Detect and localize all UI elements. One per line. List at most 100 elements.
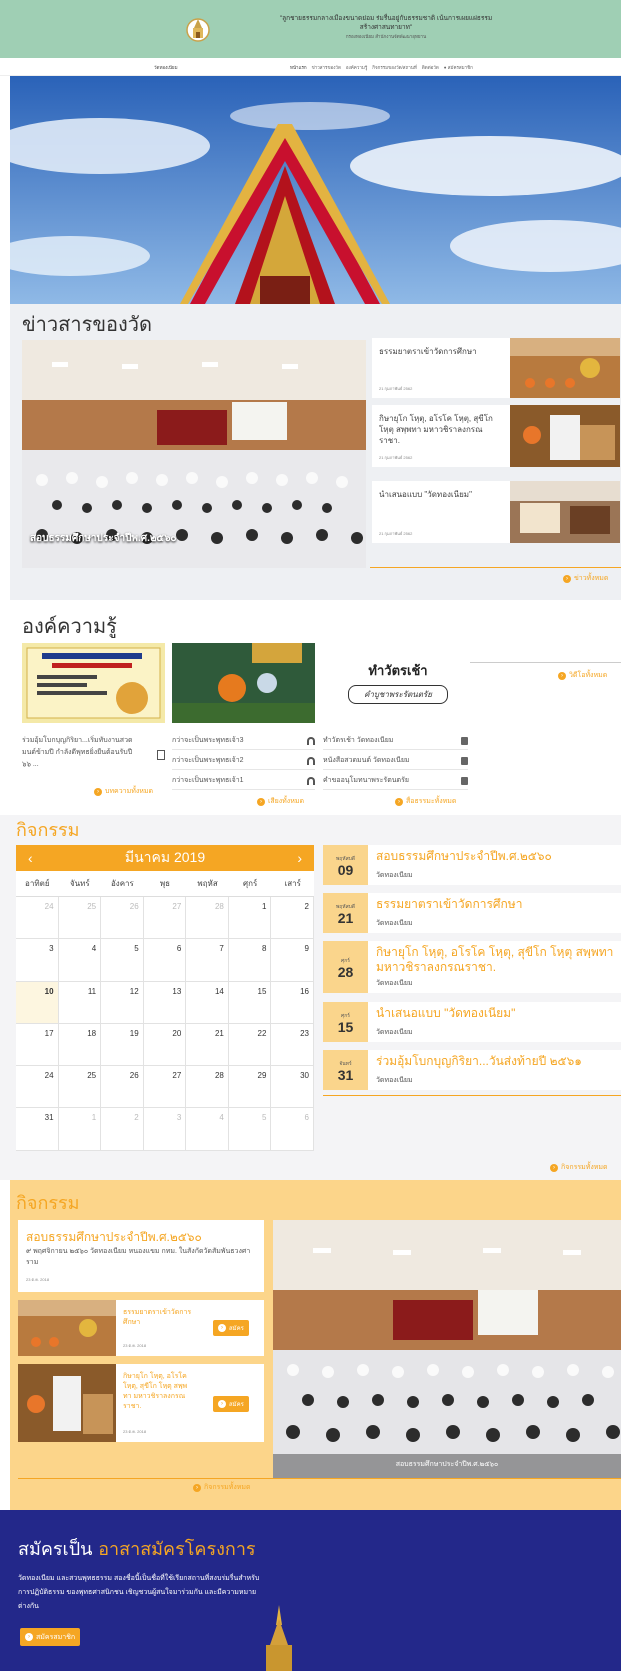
nav-item-contact[interactable]: ติดต่อวัด bbox=[422, 64, 439, 71]
news-item-title[interactable]: กิษายุโก โหฺตุ, อโรโค โหฺตุ, สุขีโก โหฺต… bbox=[379, 413, 497, 446]
calendar-day[interactable]: 3 bbox=[143, 1108, 187, 1151]
calendar-day[interactable]: 3 bbox=[16, 939, 59, 982]
register-button[interactable]: › สมัคร bbox=[213, 1320, 249, 1336]
file-icon bbox=[461, 776, 468, 785]
activity-item[interactable]: ธรรมยาตราเข้าวัดการศึกษา 23 ต.ค. 2018 › ส… bbox=[18, 1300, 264, 1356]
news-item[interactable]: ธรรมยาตราเข้าวัดการศึกษา 21 กุมภาพันธ์ 2… bbox=[372, 338, 620, 398]
calendar-day[interactable]: 2 bbox=[271, 897, 314, 940]
activities-more-link[interactable]: › กิจกรรมทั้งหมด bbox=[193, 1482, 251, 1493]
calendar-day[interactable]: 28 bbox=[186, 897, 229, 940]
calendar-day[interactable]: 29 bbox=[228, 1066, 272, 1109]
news-more-link[interactable]: › ข่าวทั้งหมด bbox=[563, 573, 608, 584]
nav-brand[interactable]: วัดทองเนียม bbox=[154, 64, 178, 71]
calendar-day[interactable]: 11 bbox=[58, 981, 102, 1024]
news-section-title: ข่าวสารของวัด bbox=[22, 312, 152, 336]
calendar-day[interactable]: 25 bbox=[58, 897, 102, 940]
calendar-day[interactable]: 25 bbox=[58, 1066, 102, 1109]
calendar-day[interactable]: 23 bbox=[271, 1023, 314, 1067]
volunteer-register-button[interactable]: › สมัครสมาชิก bbox=[20, 1628, 81, 1646]
doc-item[interactable]: ทำวัตรเช้า วัดทองเนียม bbox=[323, 732, 468, 750]
news-item-title[interactable]: นำเสนอแบบ "วัดทองเนียม" bbox=[379, 489, 497, 500]
calendar-day[interactable]: 1 bbox=[228, 897, 272, 940]
calendar-day[interactable]: 10 bbox=[16, 981, 59, 1024]
event-item[interactable]: ศุกร์ 28 กิษายุโก โหฺตุ, อโรโค โหฺตุ, สุข… bbox=[323, 941, 621, 993]
calendar-day[interactable]: 5 bbox=[101, 939, 144, 982]
event-title[interactable]: นำเสนอแบบ "วัดทองเนียม" bbox=[376, 1006, 621, 1021]
calendar-day[interactable]: 30 bbox=[271, 1066, 314, 1109]
calendar-day[interactable]: 13 bbox=[143, 981, 187, 1024]
calendar-day[interactable]: 15 bbox=[228, 981, 272, 1024]
nav-item-knowledge[interactable]: องค์ความรู้ bbox=[346, 64, 367, 71]
doc-item[interactable]: หนังสือสวดมนต์ วัดทองเนียม bbox=[323, 752, 468, 770]
event-item[interactable]: จันทร์ 31 ร่วมอุ้มโบกบุญกิริยา...วันส่งท้… bbox=[323, 1050, 621, 1090]
news-item-title[interactable]: ธรรมยาตราเข้าวัดการศึกษา bbox=[379, 346, 497, 357]
calendar-prev-button[interactable]: ‹ bbox=[28, 850, 33, 866]
activity-main-image[interactable]: สอบธรรมศึกษาประจำปีพ.ศ.๒๕๖๐ bbox=[273, 1220, 621, 1478]
nav-item-register[interactable]: ● สมัครสมาชิก bbox=[444, 64, 473, 71]
event-item[interactable]: พฤหัสบดี 09 สอบธรรมศึกษาประจำปีพ.ศ.๒๕๖๐ ว… bbox=[323, 845, 621, 885]
calendar-next-button[interactable]: › bbox=[297, 850, 302, 866]
video-card[interactable]: ทำวัตรเช้า คำบูชาพระรัตนตรัย bbox=[348, 660, 448, 720]
video-more-link[interactable]: › วิดีโอทั้งหมด bbox=[558, 670, 607, 681]
calendar-day[interactable]: 9 bbox=[271, 939, 314, 982]
activity-item[interactable]: กิษายุโก โหฺตุ, อโรโค โหฺตุ, สุขีโก โหฺต… bbox=[18, 1364, 264, 1442]
calendar-grid: 24 25 26 27 28 1 2 3 4 5 6 7 8 9 10 11 12 13 14 15 16 17 18 19 2… bbox=[16, 897, 314, 1151]
audio-more-link[interactable]: › เสียงทั้งหมด bbox=[257, 796, 304, 807]
doc-item[interactable]: คำขออนุโมทนาพระรัตนตรัย bbox=[323, 772, 468, 790]
event-title[interactable]: ธรรมยาตราเข้าวัดการศึกษา bbox=[376, 897, 621, 912]
calendar-day[interactable]: 19 bbox=[101, 1023, 144, 1067]
event-title[interactable]: สอบธรรมศึกษาประจำปีพ.ศ.๒๕๖๐ bbox=[376, 849, 621, 864]
calendar-day[interactable]: 21 bbox=[186, 1023, 229, 1067]
news-item[interactable]: นำเสนอแบบ "วัดทองเนียม" 21 กุมภาพันธ์ 25… bbox=[372, 481, 620, 543]
calendar-day[interactable]: 17 bbox=[16, 1023, 59, 1067]
calendar-day[interactable]: 16 bbox=[271, 981, 314, 1024]
calendar-day[interactable]: 26 bbox=[101, 897, 144, 940]
audio-thumbnail[interactable] bbox=[172, 643, 315, 723]
calendar-day[interactable]: 20 bbox=[143, 1023, 187, 1067]
weekday-label: พุธ bbox=[159, 879, 171, 888]
calendar-day[interactable]: 4 bbox=[186, 1108, 229, 1151]
audio-item[interactable]: กว่าจะเป็นพระพุทธเจ้า3 bbox=[172, 732, 315, 750]
calendar-day[interactable]: 1 bbox=[58, 1108, 102, 1151]
calendar-day[interactable]: 7 bbox=[186, 939, 229, 982]
calendar-day[interactable]: 28 bbox=[186, 1066, 229, 1109]
calendar-more-link[interactable]: › กิจกรรมทั้งหมด bbox=[550, 1162, 608, 1173]
calendar-day[interactable]: 14 bbox=[186, 981, 229, 1024]
articles-more-link[interactable]: › บทความทั้งหมด bbox=[94, 786, 153, 797]
event-title[interactable]: กิษายุโก โหฺตุ, อโรโค โหฺตุ, สุขีโก โหฺต… bbox=[376, 945, 621, 975]
calendar-day[interactable]: 8 bbox=[228, 939, 272, 982]
featured-activity-title[interactable]: สอบธรรมศึกษาประจำปีพ.ศ.๒๕๖๐ bbox=[26, 1228, 202, 1247]
nav-item-home[interactable]: หน้าแรก bbox=[290, 64, 307, 71]
calendar-day[interactable]: 12 bbox=[101, 981, 144, 1024]
arrow-right-icon: › bbox=[218, 1324, 226, 1332]
register-button[interactable]: › สมัคร bbox=[213, 1396, 249, 1412]
news-item[interactable]: กิษายุโก โหฺตุ, อโรโค โหฺตุ, สุขีโก โหฺต… bbox=[372, 405, 620, 467]
docs-more-link[interactable]: › สื่อธรรมะทั้งหมด bbox=[395, 796, 456, 807]
calendar-day[interactable]: 6 bbox=[271, 1108, 314, 1151]
activity-title[interactable]: กิษายุโก โหฺตุ, อโรโค โหฺตุ, สุขีโก โหฺต… bbox=[123, 1372, 193, 1412]
calendar-day[interactable]: 4 bbox=[58, 939, 102, 982]
calendar-day[interactable]: 22 bbox=[228, 1023, 272, 1067]
event-item[interactable]: พฤหัสบดี 21 ธรรมยาตราเข้าวัดการศึกษา วัดท… bbox=[323, 893, 621, 933]
calendar-day[interactable]: 18 bbox=[58, 1023, 102, 1067]
calendar-day[interactable]: 27 bbox=[143, 897, 187, 940]
calendar-day[interactable]: 26 bbox=[101, 1066, 144, 1109]
article-thumbnail[interactable] bbox=[22, 643, 165, 723]
event-title[interactable]: ร่วมอุ้มโบกบุญกิริยา...วันส่งท้ายปี ๒๕๖๑ bbox=[376, 1054, 621, 1069]
nav-item-news[interactable]: ข่าวสารของวัด bbox=[312, 64, 341, 71]
calendar-day[interactable]: 6 bbox=[143, 939, 187, 982]
activity-title[interactable]: ธรรมยาตราเข้าวัดการศึกษา bbox=[123, 1308, 193, 1328]
calendar-day[interactable]: 31 bbox=[16, 1108, 59, 1151]
event-item[interactable]: ศุกร์ 15 นำเสนอแบบ "วัดทองเนียม" วัดทองเน… bbox=[323, 1002, 621, 1042]
audio-item[interactable]: กว่าจะเป็นพระพุทธเจ้า2 bbox=[172, 752, 315, 770]
calendar-day[interactable]: 24 bbox=[16, 897, 59, 940]
audio-item[interactable]: กว่าจะเป็นพระพุทธเจ้า1 bbox=[172, 772, 315, 790]
nav-item-activities[interactable]: กิจกรรมของวัด/สถานที่ bbox=[372, 64, 417, 71]
calendar-day[interactable]: 5 bbox=[228, 1108, 272, 1151]
calendar-day[interactable]: 27 bbox=[143, 1066, 187, 1109]
calendar-day[interactable]: 2 bbox=[101, 1108, 144, 1151]
calendar-day[interactable]: 24 bbox=[16, 1066, 59, 1109]
news-main-image[interactable]: สอบธรรมศึกษาประจำปีพ.ศ.๒๕๖๐ bbox=[22, 340, 366, 568]
featured-activity-card[interactable]: สอบธรรมศึกษาประจำปีพ.ศ.๒๕๖๐ ๙ พฤศจิกายน … bbox=[18, 1220, 264, 1292]
article-excerpt[interactable]: ร่วมอุ้มโบกบุญกิริยา...เริ่มทับงานสวดมนต… bbox=[22, 735, 142, 771]
